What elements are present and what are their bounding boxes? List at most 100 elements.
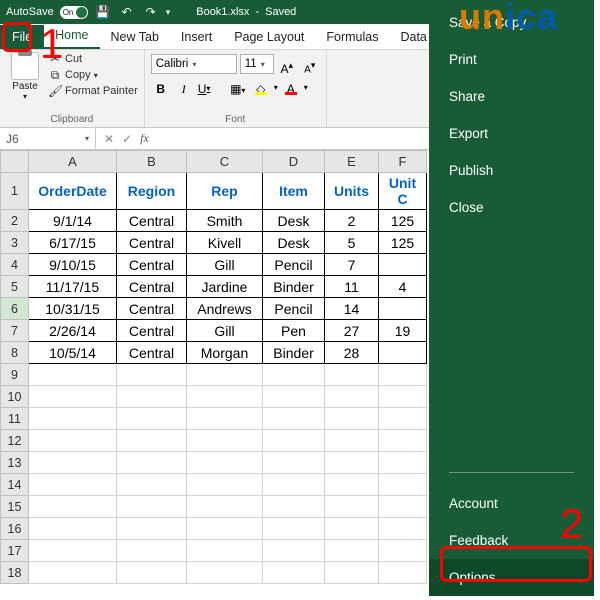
- header-cell[interactable]: Item: [263, 173, 325, 210]
- cell[interactable]: [187, 408, 263, 430]
- redo-icon[interactable]: ↷: [142, 5, 160, 19]
- row-header[interactable]: 9: [1, 364, 29, 386]
- row-header[interactable]: 11: [1, 408, 29, 430]
- row-header[interactable]: 8: [1, 342, 29, 364]
- cell[interactable]: [379, 452, 427, 474]
- row-header[interactable]: 12: [1, 430, 29, 452]
- tab-formulas[interactable]: Formulas: [315, 26, 389, 49]
- cell[interactable]: [187, 562, 263, 584]
- cell[interactable]: 125: [379, 210, 427, 232]
- cell[interactable]: Morgan: [187, 342, 263, 364]
- cell[interactable]: [117, 430, 187, 452]
- cell[interactable]: [263, 364, 325, 386]
- fill-color-button[interactable]: ◇: [251, 78, 271, 98]
- cut-button[interactable]: ✂Cut: [48, 52, 138, 66]
- header-cell[interactable]: Unit C: [379, 173, 427, 210]
- backstage-item-print[interactable]: Print: [429, 41, 594, 78]
- cell[interactable]: [263, 540, 325, 562]
- cell[interactable]: Desk: [263, 210, 325, 232]
- cell[interactable]: 4: [379, 276, 427, 298]
- cell[interactable]: 9/1/14: [29, 210, 117, 232]
- cell[interactable]: [325, 474, 379, 496]
- backstage-item-export[interactable]: Export: [429, 115, 594, 152]
- cell[interactable]: [117, 474, 187, 496]
- tab-file[interactable]: File: [0, 25, 44, 49]
- row-header[interactable]: 1: [1, 173, 29, 210]
- cell[interactable]: Central: [117, 276, 187, 298]
- cell[interactable]: [117, 496, 187, 518]
- cell[interactable]: [29, 518, 117, 540]
- cell[interactable]: [379, 254, 427, 276]
- cell[interactable]: [187, 386, 263, 408]
- cell[interactable]: [263, 562, 325, 584]
- cell[interactable]: [379, 474, 427, 496]
- cell[interactable]: [379, 562, 427, 584]
- paste-button[interactable]: Paste ▾: [6, 52, 44, 101]
- cell[interactable]: 9/10/15: [29, 254, 117, 276]
- cell[interactable]: [187, 496, 263, 518]
- cell[interactable]: [263, 386, 325, 408]
- backstage-item-close[interactable]: Close: [429, 189, 594, 226]
- increase-font-button[interactable]: A▴: [277, 54, 297, 74]
- row-header[interactable]: 6: [1, 298, 29, 320]
- cell[interactable]: [187, 518, 263, 540]
- cell[interactable]: Smith: [187, 210, 263, 232]
- cell[interactable]: Central: [117, 232, 187, 254]
- tab-page-layout[interactable]: Page Layout: [223, 26, 315, 49]
- column-header[interactable]: B: [117, 151, 187, 173]
- cell[interactable]: [263, 474, 325, 496]
- cell[interactable]: [325, 430, 379, 452]
- row-header[interactable]: 10: [1, 386, 29, 408]
- row-header[interactable]: 4: [1, 254, 29, 276]
- cell[interactable]: 2/26/14: [29, 320, 117, 342]
- cell[interactable]: [379, 430, 427, 452]
- cell[interactable]: [29, 540, 117, 562]
- cell[interactable]: 14: [325, 298, 379, 320]
- fx-icon[interactable]: fx: [140, 131, 149, 146]
- cell[interactable]: [187, 452, 263, 474]
- cell[interactable]: [379, 540, 427, 562]
- cell[interactable]: Central: [117, 210, 187, 232]
- cell[interactable]: Gill: [187, 254, 263, 276]
- tab-new-tab[interactable]: New Tab: [100, 26, 170, 49]
- cell[interactable]: [187, 474, 263, 496]
- row-header[interactable]: 14: [1, 474, 29, 496]
- bold-button[interactable]: B: [151, 78, 171, 98]
- cell[interactable]: [117, 408, 187, 430]
- row-header[interactable]: 7: [1, 320, 29, 342]
- select-all-corner[interactable]: [1, 151, 29, 173]
- cell[interactable]: [187, 540, 263, 562]
- cell[interactable]: 10/5/14: [29, 342, 117, 364]
- cell[interactable]: [325, 386, 379, 408]
- backstage-item-share[interactable]: Share: [429, 78, 594, 115]
- cell[interactable]: 6/17/15: [29, 232, 117, 254]
- column-header[interactable]: E: [325, 151, 379, 173]
- backstage-item-account[interactable]: Account: [429, 485, 594, 522]
- cell[interactable]: Binder: [263, 342, 325, 364]
- cell[interactable]: [263, 496, 325, 518]
- italic-button[interactable]: I: [174, 78, 194, 98]
- cell[interactable]: [325, 408, 379, 430]
- cell[interactable]: 125: [379, 232, 427, 254]
- cell[interactable]: Central: [117, 342, 187, 364]
- cell[interactable]: 28: [325, 342, 379, 364]
- row-header[interactable]: 18: [1, 562, 29, 584]
- enter-icon[interactable]: ✓: [122, 132, 132, 146]
- cell[interactable]: [379, 496, 427, 518]
- column-header[interactable]: A: [29, 151, 117, 173]
- header-cell[interactable]: Units: [325, 173, 379, 210]
- row-header[interactable]: 2: [1, 210, 29, 232]
- cell[interactable]: Pen: [263, 320, 325, 342]
- cell[interactable]: 7: [325, 254, 379, 276]
- copy-button[interactable]: ⧉Copy▾: [48, 68, 138, 82]
- column-header[interactable]: D: [263, 151, 325, 173]
- cell[interactable]: [263, 452, 325, 474]
- autosave-toggle[interactable]: On: [60, 6, 88, 19]
- cell[interactable]: [29, 364, 117, 386]
- cell[interactable]: Andrews: [187, 298, 263, 320]
- cell[interactable]: 19: [379, 320, 427, 342]
- cell[interactable]: [379, 518, 427, 540]
- cell[interactable]: 10/31/15: [29, 298, 117, 320]
- cell[interactable]: [29, 496, 117, 518]
- header-cell[interactable]: Rep: [187, 173, 263, 210]
